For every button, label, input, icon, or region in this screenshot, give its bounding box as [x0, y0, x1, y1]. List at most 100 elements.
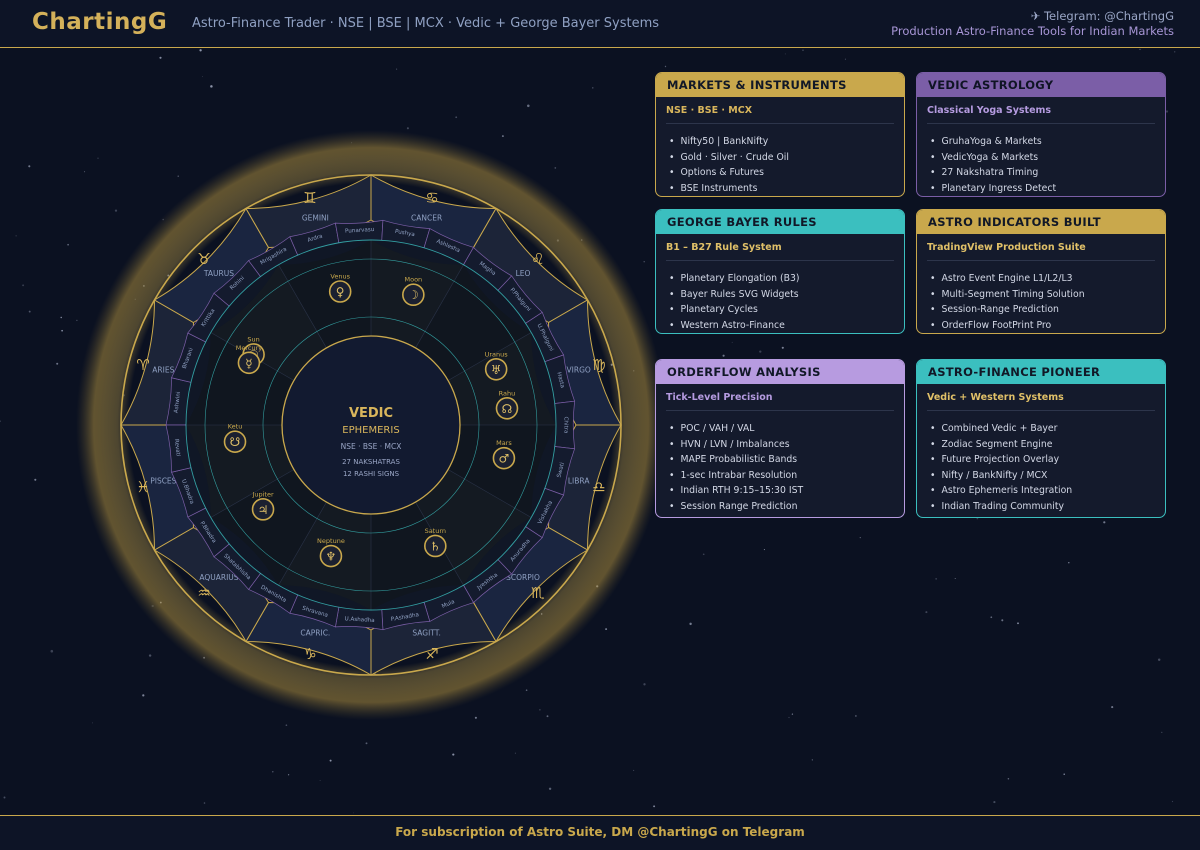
list-item: OrderFlow FootPrint Pro — [930, 318, 1165, 334]
card-bayer-list: Planetary Elongation (B3) Bayer Rules SV… — [656, 271, 904, 333]
planet-venus-icon[interactable]: ♀ Venus — [328, 273, 352, 303]
svg-text:☋: ☋ — [230, 435, 241, 449]
star — [3, 796, 6, 799]
center-markets: NSE · BSE · MCX — [341, 442, 402, 451]
star — [285, 724, 288, 727]
planet-uranus-icon[interactable]: ♅ Uranus — [485, 350, 509, 381]
star — [455, 116, 458, 119]
star — [1157, 658, 1161, 662]
svg-text:Ketu: Ketu — [228, 423, 243, 431]
planet-saturn-icon[interactable]: ♄ Saturn — [424, 527, 447, 558]
zodiac-glyph-icon: ♊ — [303, 189, 316, 207]
zodiac-glyph-icon: ♋ — [425, 189, 438, 207]
list-item: Astro Event Engine L1/L2/L3 — [930, 271, 1165, 287]
svg-text:♂: ♂ — [499, 452, 510, 466]
card-markets-list: Nifty50 | BankNifty Gold · Silver · Crud… — [656, 134, 904, 196]
star — [199, 49, 202, 52]
zodiac-glyph-icon: ♉ — [197, 250, 210, 268]
card-astro-indicators: ASTRO INDICATORS BUILT TradingView Produ… — [916, 209, 1166, 335]
vedic-zodiac-wheel: ♈ ARIES ♉TAURUS ♊ GEMINI ♋ CANCER ♌LEO ♍VIRGO ♎LI… — [76, 130, 666, 720]
list-item: Planetary Cycles — [669, 302, 904, 318]
svg-text:Rahu: Rahu — [499, 389, 516, 397]
svg-text:Venus: Venus — [330, 273, 350, 281]
zodiac-glyph-icon: ♈ — [136, 356, 149, 374]
card-pioneer-subtitle: Vedic + Western Systems — [927, 392, 1155, 411]
svg-text:☽: ☽ — [408, 288, 419, 302]
list-item: Nifty / BankNifty / MCX — [930, 468, 1165, 484]
star — [653, 805, 656, 808]
svg-text:Neptune: Neptune — [317, 537, 345, 545]
star — [396, 68, 398, 70]
star — [935, 578, 937, 580]
planet-jupiter-icon[interactable]: ♃ Jupiter — [251, 490, 275, 521]
star — [859, 536, 861, 539]
star — [201, 76, 203, 78]
center-rashi-count: 12 RASHI SIGNS — [343, 470, 400, 478]
card-orderflow-subtitle: Tick-Level Precision — [666, 392, 894, 411]
header-subtitle: Production Astro-Finance Tools for India… — [891, 24, 1174, 38]
svg-text:Mars: Mars — [496, 439, 512, 447]
list-item: BSE Instruments — [669, 181, 904, 197]
planet-mars-icon[interactable]: ♂ Mars — [492, 439, 516, 470]
telegram-info: ✈ Telegram: @ChartingG Production Astro-… — [891, 9, 1174, 39]
star — [781, 346, 784, 349]
zodiac-glyph-icon: ♌ — [531, 250, 544, 268]
svg-text:♀: ♀ — [336, 285, 345, 299]
star — [763, 549, 765, 551]
footer-bar: For subscription of Astro Suite, DM @Cha… — [0, 815, 1200, 850]
star — [1017, 622, 1019, 625]
zodiac-glyph-icon: ♒ — [197, 584, 210, 602]
star — [802, 49, 804, 51]
star — [0, 420, 2, 423]
list-item: Zodiac Segment Engine — [930, 437, 1165, 453]
star — [925, 611, 928, 614]
star — [61, 329, 63, 332]
list-item: MAPE Probabilistic Bands — [669, 452, 904, 468]
svg-text:♃: ♃ — [258, 503, 269, 517]
card-george-bayer: GEORGE BAYER RULES B1 – B27 Rule System … — [655, 209, 905, 335]
center-subtitle: EPHEMERIS — [342, 425, 399, 436]
svg-text:☿: ☿ — [245, 356, 252, 370]
planet-moon-icon[interactable]: ☽ Moon — [402, 276, 425, 307]
star — [731, 341, 733, 343]
star — [406, 127, 409, 130]
list-item: VedicYoga & Markets — [930, 150, 1165, 166]
list-item: HVN / LVN / Imbalances — [669, 437, 904, 453]
zodiac-sign-label: PISCES — [150, 477, 176, 486]
star — [759, 350, 762, 353]
star — [722, 354, 725, 357]
star — [22, 284, 25, 287]
telegram-link[interactable]: ✈ Telegram: @ChartingG — [891, 9, 1174, 24]
star — [28, 310, 31, 313]
list-item: Planetary Elongation (B3) — [669, 271, 904, 287]
star — [352, 812, 354, 814]
list-item: Session-Range Prediction — [930, 302, 1165, 318]
star — [28, 165, 31, 168]
svg-text:Moon: Moon — [404, 276, 422, 284]
star — [50, 649, 54, 653]
star — [210, 85, 213, 88]
star — [67, 243, 69, 246]
svg-text:Mercury: Mercury — [236, 344, 263, 352]
star — [92, 722, 94, 724]
star — [329, 759, 332, 762]
brand-title: ChartingG — [32, 9, 168, 35]
star — [15, 235, 17, 237]
nakshatra-label: Chitra — [563, 417, 569, 434]
planet-mercury-icon[interactable]: ☿ Mercury — [236, 344, 263, 375]
zodiac-sign-label: CANCER — [411, 213, 442, 222]
zodiac-sign-label: GEMINI — [302, 213, 329, 222]
svg-text:Sun: Sun — [247, 335, 259, 343]
card-orderflow: ORDERFLOW ANALYSIS Tick-Level Precision … — [655, 359, 905, 518]
zodiac-glyph-icon: ♎ — [592, 478, 605, 496]
star — [664, 65, 667, 68]
list-item: POC / VAH / VAL — [669, 421, 904, 437]
planet-rahu-icon[interactable]: ☊ Rahu — [495, 389, 519, 420]
card-markets-subtitle: NSE · BSE · MCX — [666, 105, 894, 124]
list-item: Combined Vedic + Bayer — [930, 421, 1165, 437]
zodiac-sign-label: VIRGO — [567, 365, 591, 374]
zodiac-sign-label: LEO — [516, 269, 531, 278]
svg-text:♄: ♄ — [430, 539, 441, 553]
card-markets-title: MARKETS & INSTRUMENTS — [656, 73, 904, 97]
list-item: GruhaYoga & Markets — [930, 134, 1165, 150]
